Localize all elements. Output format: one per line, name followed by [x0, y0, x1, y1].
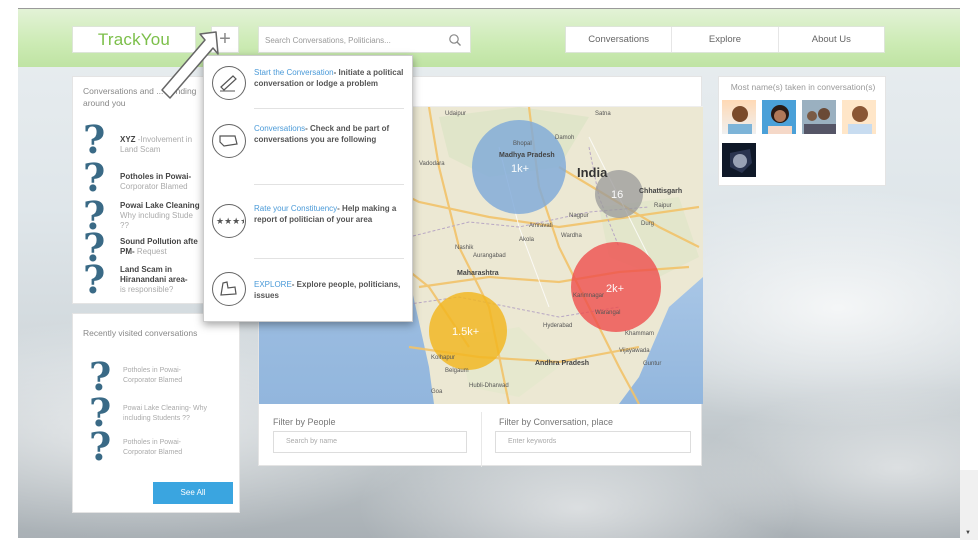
- most-named-panel: Most name(s) taken in conversation(s): [718, 76, 886, 186]
- map-label: Durg: [641, 221, 654, 227]
- plus-dropdown-menu: Start the Conversation- Initiate a polit…: [203, 55, 413, 322]
- map-label: India: [577, 165, 608, 180]
- explore-hand-icon: [212, 272, 246, 306]
- filter-people-label: Filter by People: [273, 417, 336, 427]
- map-label: Chhattisgarh: [639, 188, 682, 195]
- pointer-arrow-icon: [161, 31, 219, 99]
- chat-bubble-icon: [212, 124, 246, 158]
- avatar[interactable]: [721, 99, 757, 135]
- avatar[interactable]: [721, 142, 757, 178]
- filter-people-input[interactable]: Search by name: [273, 431, 467, 453]
- avatar[interactable]: [801, 99, 837, 135]
- map-label: Udaipur: [445, 111, 466, 117]
- map-label: Madhya Pradesh: [499, 152, 555, 159]
- menu-divider: [254, 258, 404, 259]
- menu-divider: [254, 108, 404, 109]
- map-label: Nagpur: [569, 213, 589, 219]
- question-icon: ?: [83, 257, 106, 302]
- scrollbar[interactable]: ▼: [960, 470, 978, 540]
- nav-explore[interactable]: Explore: [672, 27, 779, 52]
- question-icon: ?: [89, 424, 112, 469]
- map-label: Karimnagar: [573, 293, 604, 299]
- recent-title: Recently visited conversations: [83, 328, 198, 338]
- map-label: Warangal: [595, 310, 620, 316]
- rating-stars-icon: ★★★★: [212, 204, 248, 238]
- question-icon: ?: [83, 117, 106, 162]
- menu-divider: [254, 184, 404, 185]
- page-frame: TrackYou + Conversations Explore About U…: [18, 8, 960, 538]
- svg-text:★★★★: ★★★★: [216, 217, 244, 227]
- avatar[interactable]: [841, 99, 877, 135]
- map-label: Raipur: [654, 203, 672, 209]
- map-label: Andhra Pradesh: [535, 360, 589, 367]
- map-label: Akola: [519, 237, 535, 243]
- map-label: Khammam: [625, 331, 654, 337]
- search-input[interactable]: [265, 32, 435, 48]
- question-icon: ?: [83, 155, 106, 200]
- map-label: Vadodara: [419, 161, 445, 167]
- nav-conversations[interactable]: Conversations: [566, 27, 673, 52]
- map-label: Satna: [595, 111, 611, 117]
- map-label: Nashik: [455, 245, 474, 251]
- search-box[interactable]: [258, 26, 471, 53]
- main-nav: Conversations Explore About Us: [565, 26, 885, 53]
- map-label: Bhopal: [513, 141, 532, 147]
- avatar[interactable]: [761, 99, 797, 135]
- filter-divider: [481, 412, 482, 467]
- map-label: Aurangabad: [473, 253, 506, 259]
- map-label: Damoh: [555, 135, 574, 141]
- nav-about-us[interactable]: About Us: [779, 27, 884, 52]
- map-label: Hyderabad: [543, 323, 572, 329]
- map-label: Hubli-Dharwad: [469, 383, 509, 389]
- search-icon[interactable]: [448, 33, 462, 47]
- scroll-down-icon[interactable]: ▼: [965, 530, 971, 536]
- bubble-label: 1k+: [511, 163, 529, 175]
- bubble-label: 16: [611, 189, 623, 201]
- map-label: Maharashtra: [457, 270, 499, 277]
- bubble-label: 1.5k+: [452, 326, 479, 338]
- map-label: Vijayawada: [619, 348, 650, 354]
- map-label: Wardha: [561, 233, 582, 239]
- filter-conversation-input[interactable]: Enter keywords: [495, 431, 691, 453]
- filter-conversation-label: Filter by Conversation, place: [499, 417, 614, 427]
- most-named-title: Most name(s) taken in conversation(s): [730, 82, 876, 92]
- map-label: Amravati: [529, 223, 553, 229]
- recent-item[interactable]: Potholes in Powai- Corporator Blamed: [123, 438, 223, 458]
- recent-item[interactable]: Potholes in Powai- Corporator Blamed: [123, 366, 223, 386]
- map-label: Kolhapur: [431, 355, 455, 361]
- map-label: Goa: [431, 389, 443, 395]
- see-all-button[interactable]: See All: [153, 482, 233, 504]
- recent-panel: Recently visited conversations ? ? ? Pot…: [72, 313, 240, 513]
- bubble-label: 2k+: [606, 283, 624, 295]
- map-label: Guntur: [643, 361, 661, 367]
- recent-item[interactable]: Powai Lake Cleaning- Why including Studen…: [123, 404, 223, 424]
- map-label: Belgaum: [445, 368, 469, 374]
